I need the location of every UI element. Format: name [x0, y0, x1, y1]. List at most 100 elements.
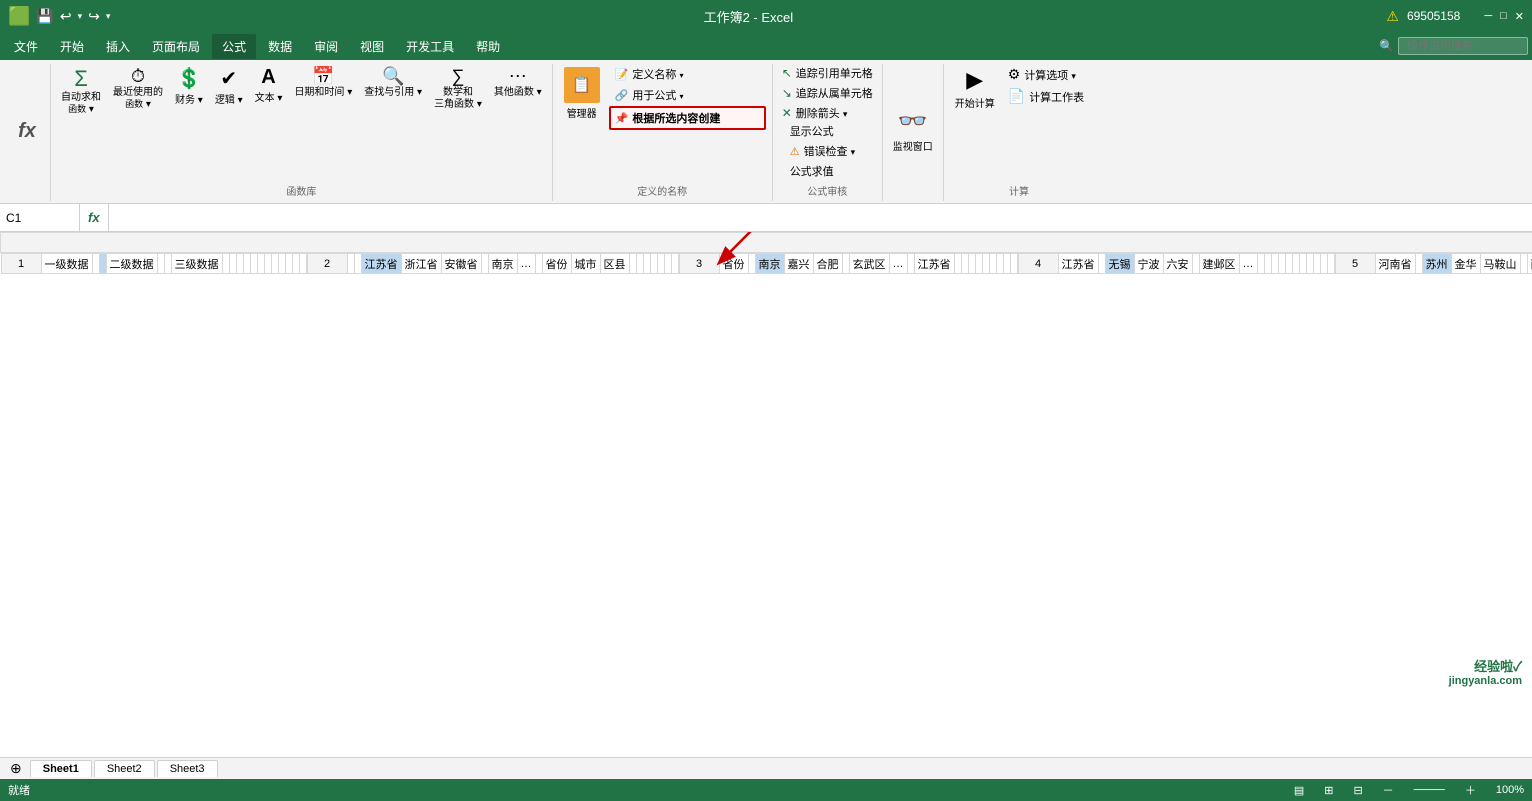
- cell-I3[interactable]: [907, 254, 914, 274]
- undo-dropdown-icon[interactable]: ▾: [78, 11, 83, 22]
- zoom-out-icon[interactable]: －: [1383, 782, 1394, 798]
- maximize-icon[interactable]: □: [1500, 10, 1507, 22]
- cell-H3[interactable]: …: [889, 254, 907, 274]
- menu-item-formula[interactable]: 公式: [212, 34, 256, 59]
- cell-S2[interactable]: [671, 254, 678, 274]
- cell-F1[interactable]: [164, 254, 171, 274]
- menu-item-view[interactable]: 视图: [350, 34, 394, 59]
- text-btn[interactable]: A 文本 ▾: [251, 64, 287, 106]
- math-btn[interactable]: ∑ 数学和三角函数 ▾: [430, 64, 486, 113]
- cell-D4[interactable]: 宁波: [1134, 254, 1163, 274]
- menu-item-home[interactable]: 开始: [50, 34, 94, 59]
- trace-dependents-btn[interactable]: ↘ 追踪从属单元格: [779, 84, 876, 102]
- cell-B1[interactable]: [92, 254, 99, 274]
- cell-G4[interactable]: 建邺区: [1199, 254, 1239, 274]
- cell-L4[interactable]: [1278, 254, 1285, 274]
- cell-D2[interactable]: 浙江省: [401, 254, 441, 274]
- insert-function-btn[interactable]: fx: [12, 118, 42, 144]
- cell-F5[interactable]: [1520, 254, 1527, 274]
- autosum-btn[interactable]: Σ 自动求和函数 ▾: [57, 64, 105, 118]
- close-icon[interactable]: ✕: [1515, 10, 1524, 23]
- search-input[interactable]: [1398, 37, 1528, 55]
- trace-precedents-btn[interactable]: ↖ 追踪引用单元格: [779, 64, 876, 82]
- cell-K3[interactable]: [954, 254, 961, 274]
- cell-J2[interactable]: 省份: [542, 254, 571, 274]
- lookup-btn[interactable]: 🔍 查找与引用 ▾: [360, 64, 426, 101]
- cell-N2[interactable]: [636, 254, 643, 274]
- cell-A1[interactable]: 一级数据: [41, 254, 92, 274]
- cell-P3[interactable]: [989, 254, 996, 274]
- cell-J1[interactable]: [236, 254, 243, 274]
- cell-J4[interactable]: [1264, 254, 1271, 274]
- cell-L3[interactable]: [961, 254, 968, 274]
- cell-R2[interactable]: [664, 254, 671, 274]
- cell-M3[interactable]: [968, 254, 975, 274]
- row-number-3[interactable]: 3: [679, 254, 719, 274]
- cell-N1[interactable]: [264, 254, 271, 274]
- cell-O2[interactable]: [643, 254, 650, 274]
- use-in-formula-btn[interactable]: 🔗 用于公式 ▾: [609, 85, 766, 105]
- cell-Q3[interactable]: [996, 254, 1003, 274]
- evaluate-formula-btn[interactable]: 公式求值: [787, 162, 876, 180]
- cell-O3[interactable]: [982, 254, 989, 274]
- minimize-icon[interactable]: ─: [1484, 10, 1492, 22]
- cell-I1[interactable]: [229, 254, 236, 274]
- cell-C3[interactable]: 南京: [755, 254, 784, 274]
- cell-C2[interactable]: 江苏省: [361, 254, 401, 274]
- finance-btn[interactable]: 💲 财务 ▾: [171, 64, 207, 108]
- create-from-selection-btn[interactable]: 📌 根据所选内容创建: [609, 106, 766, 130]
- cell-E5[interactable]: 马鞍山: [1480, 254, 1520, 274]
- save-icon[interactable]: 💾: [36, 8, 53, 25]
- cell-F2[interactable]: [481, 254, 488, 274]
- cell-I4[interactable]: [1257, 254, 1264, 274]
- menu-item-review[interactable]: 审阅: [304, 34, 348, 59]
- watch-window-btn[interactable]: 👓 监视窗口: [889, 103, 937, 157]
- sheet-tab-sheet3[interactable]: Sheet3: [157, 760, 218, 777]
- cell-D5[interactable]: 金华: [1451, 254, 1480, 274]
- cell-E4[interactable]: 六安: [1163, 254, 1192, 274]
- cell-M1[interactable]: [257, 254, 264, 274]
- cell-O1[interactable]: [271, 254, 278, 274]
- datetime-btn[interactable]: 📅 日期和时间 ▾: [290, 64, 356, 101]
- cell-H2[interactable]: …: [517, 254, 535, 274]
- other-functions-btn[interactable]: ⋯ 其他函数 ▾: [490, 64, 546, 101]
- cell-E3[interactable]: 合肥: [813, 254, 842, 274]
- cell-N3[interactable]: [975, 254, 982, 274]
- cell-E2[interactable]: 安徽省: [441, 254, 481, 274]
- cell-P1[interactable]: [278, 254, 285, 274]
- cell-B3[interactable]: [748, 254, 755, 274]
- cell-R3[interactable]: [1003, 254, 1010, 274]
- cell-B5[interactable]: [1415, 254, 1422, 274]
- cell-C1[interactable]: [99, 254, 106, 274]
- cell-G5[interactable]: 雨花区: [1527, 254, 1532, 274]
- view-layout-icon[interactable]: ⊞: [1324, 784, 1333, 797]
- view-normal-icon[interactable]: ▤: [1294, 784, 1304, 797]
- cell-J3[interactable]: 江苏省: [914, 254, 954, 274]
- cell-D1[interactable]: 二级数据: [106, 254, 157, 274]
- cell-G1[interactable]: 三级数据: [171, 254, 222, 274]
- calculate-now-btn[interactable]: ▶ 开始计算: [950, 64, 1000, 113]
- menu-item-file[interactable]: 文件: [4, 34, 48, 59]
- cell-C5[interactable]: 苏州: [1422, 254, 1451, 274]
- cell-R4[interactable]: [1320, 254, 1327, 274]
- cell-G3[interactable]: 玄武区: [849, 254, 889, 274]
- define-name-btn[interactable]: 📝 定义名称 ▾: [609, 64, 766, 84]
- name-manager-btn[interactable]: 📋 管理器: [559, 64, 605, 123]
- cell-M4[interactable]: [1285, 254, 1292, 274]
- logic-btn[interactable]: ✔ 逻辑 ▾: [211, 64, 247, 108]
- cell-A4[interactable]: 江苏省: [1058, 254, 1098, 274]
- cell-P2[interactable]: [650, 254, 657, 274]
- cell-O4[interactable]: [1299, 254, 1306, 274]
- cell-E1[interactable]: [157, 254, 164, 274]
- cell-F4[interactable]: [1192, 254, 1199, 274]
- menu-item-devtools[interactable]: 开发工具: [396, 34, 464, 59]
- view-pagebreak-icon[interactable]: ⊟: [1353, 784, 1362, 797]
- menu-item-layout[interactable]: 页面布局: [142, 34, 210, 59]
- cell-S3[interactable]: [1010, 254, 1017, 274]
- cell-N4[interactable]: [1292, 254, 1299, 274]
- sheet-tab-sheet1[interactable]: Sheet1: [30, 760, 92, 777]
- cell-A3[interactable]: 省份: [719, 254, 748, 274]
- cell-H4[interactable]: …: [1239, 254, 1257, 274]
- cell-C4[interactable]: 无锡: [1105, 254, 1134, 274]
- menu-item-data[interactable]: 数据: [258, 34, 302, 59]
